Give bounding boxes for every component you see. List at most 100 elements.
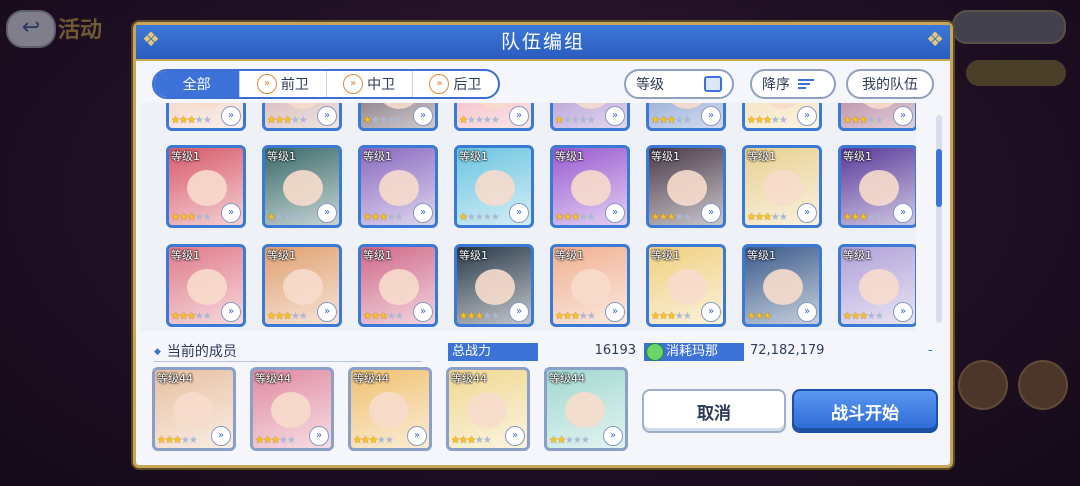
star-icon: ★ [370,212,380,223]
star-icon: ★ [556,435,566,446]
tab-label: 后卫 [453,77,482,93]
character-card[interactable]: 等级1 ★★★★★» [742,145,822,228]
my-team-button[interactable]: 我的队伍 [846,69,934,99]
character-card[interactable]: 等级1 ★★★★★» [454,244,534,327]
star-icon: ★ [578,212,588,223]
character-card[interactable]: ★★★★★» [358,103,438,131]
start-battle-button[interactable]: 战斗开始 [792,389,938,433]
tab-label: 前卫 [280,77,309,93]
star-icon: ★ [370,311,380,322]
star-icon: ★ [778,311,788,322]
cancel-label: 取消 [697,403,731,424]
character-level: 等级44 [353,372,389,385]
character-portrait [187,170,227,206]
character-card[interactable]: 等级1 ★★★★★» [166,145,246,228]
character-portrait [571,103,611,109]
star-icon: ★ [202,115,212,126]
position-icon: » [509,106,529,126]
star-icon: ★ [171,212,180,223]
star-icon: ★ [278,435,288,446]
sort-order-label: 降序 [762,77,790,93]
star-icon: ★ [562,212,572,223]
window-icon [704,76,722,92]
character-card[interactable]: 等级1 ★★★★★» [550,244,630,327]
character-card[interactable]: 等级44 ★★★★★» [446,367,530,451]
character-card[interactable]: ★★★★★» [838,103,916,131]
star-icon: ★ [378,212,388,223]
star-icon: ★ [157,435,166,446]
sort-by-level-button[interactable]: 等级 [624,69,734,99]
character-portrait [369,392,409,428]
character-card[interactable]: ★★★★★ » [742,103,822,131]
character-card[interactable]: 等级1 ★★★★★» [646,244,726,327]
star-rating: ★★★★★ [843,212,884,223]
tab-all[interactable]: 全部 [154,71,240,97]
tab-back[interactable]: » 后卫 [411,71,498,97]
position-icon: » [893,203,913,223]
character-card[interactable]: 等级44 ★★★★★» [250,367,334,451]
star-icon: ★ [482,311,492,322]
character-portrait [859,269,899,305]
star-icon: ★ [466,115,476,126]
character-portrait [571,170,611,206]
tab-middle[interactable]: » 中卫 [325,71,412,97]
character-card[interactable]: 等级1 ★★★★★» [742,244,822,327]
star-icon: ★ [570,311,580,322]
character-card[interactable]: 等级1 ★★★★★» [646,145,726,228]
cancel-button[interactable]: 取消 [642,389,786,433]
grid-scrollbar[interactable] [936,115,942,323]
tab-front[interactable]: » 前卫 [239,71,325,97]
character-portrait [859,170,899,206]
position-icon: » [605,203,625,223]
star-rating: ★★★★★ [363,311,404,322]
character-card[interactable]: ★★★★★» [262,103,342,131]
character-card[interactable]: 等级44 ★★★★★» [152,367,236,451]
star-icon: ★ [451,435,460,446]
character-card[interactable]: ★★★★★» [550,103,630,131]
star-icon: ★ [586,212,596,223]
star-icon: ★ [262,435,272,446]
chevron-icon: » [343,74,364,94]
star-icon: ★ [474,311,484,322]
character-card[interactable]: 等级1 ★★★★★» [166,244,246,327]
star-icon: ★ [866,115,876,126]
scrollbar-thumb[interactable] [936,149,942,207]
star-icon: ★ [202,311,212,322]
character-card[interactable]: 等级44 ★★★★★» [544,367,628,451]
character-card[interactable]: ★★★★★» [166,103,246,131]
star-rating: ★★★★★ [747,115,788,126]
character-card[interactable]: ★★★★★» [454,103,534,131]
character-card[interactable]: 等级1 ★★★★★» [838,145,916,228]
character-card[interactable]: ★★★★★» [646,103,726,131]
star-icon: ★ [363,311,372,322]
character-level: 等级1 [651,150,680,163]
character-card[interactable]: 等级1 ★★★★★» [358,145,438,228]
character-portrait [475,170,515,206]
star-icon: ★ [682,311,692,322]
character-card[interactable]: 等级1 ★★★★★» [262,145,342,228]
character-card[interactable]: 等级1 ★★★★★» [358,244,438,327]
sort-order-button[interactable]: 降序 [750,69,836,99]
position-icon: » [797,302,817,322]
star-icon: ★ [778,115,788,126]
character-card[interactable]: 等级1 ★★★★★» [454,145,534,228]
star-icon: ★ [370,115,380,126]
star-icon: ★ [270,435,280,446]
character-level: 等级1 [171,249,200,262]
star-icon: ★ [186,212,196,223]
position-icon: » [701,106,721,126]
tab-label: 全部 [182,77,211,93]
position-icon: » [797,106,817,126]
character-card[interactable]: 等级1 ★★★★★» [262,244,342,327]
position-icon: » [317,302,337,322]
star-icon: ★ [267,212,276,223]
character-card[interactable]: 等级1 ★★★★★» [838,244,916,327]
character-card[interactable]: 等级44 ★★★★★» [348,367,432,451]
character-portrait [283,170,323,206]
star-icon: ★ [490,212,500,223]
star-icon: ★ [858,115,868,126]
star-icon: ★ [178,212,188,223]
character-card[interactable]: 等级1 ★★★★★» [550,145,630,228]
star-icon: ★ [466,212,476,223]
star-icon: ★ [384,435,394,446]
